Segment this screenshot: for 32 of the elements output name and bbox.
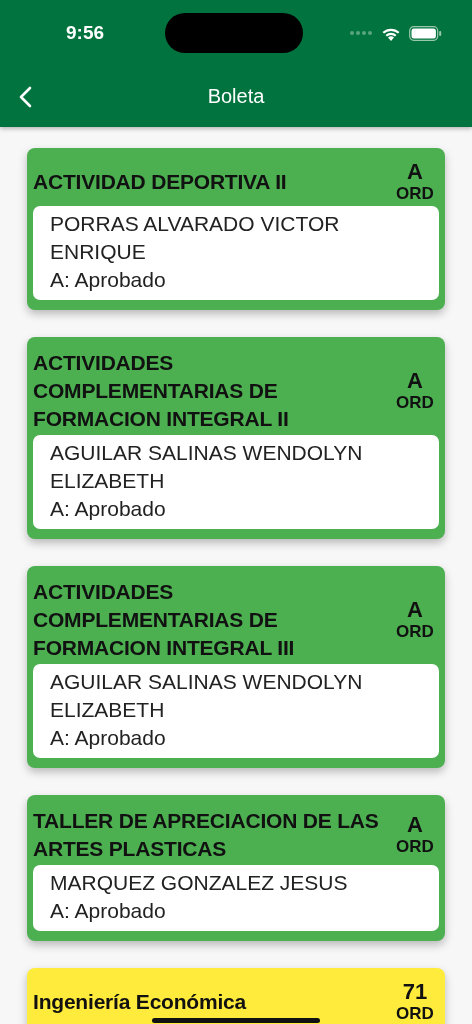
grade: A [407,160,423,184]
course-card[interactable]: ACTIVIDADES COMPLEMENTARIAS DE FORMACION INTEGRAL III A ORD AGUILAR SALINAS WENDOLYN ELIZABETH A: Aprobado [27,566,445,768]
course-card[interactable]: ACTIVIDADES COMPLEMENTARIAS DE FORMACION INTEGRAL II A ORD AGUILAR SALINAS WENDOLYN ELIZABETH A: Aprobado [27,337,445,539]
course-title: Ingeniería Económica [33,989,248,1015]
course-title: ACTIVIDADES COMPLEMENTARIAS DE FORMACION INTEGRAL II [33,350,290,432]
course-card[interactable]: ACTIVIDAD DEPORTIVA II A ORD PORRAS ALVARADO VICTOR ENRIQUE A: Aprobado [27,148,445,310]
teacher-name: AGUILAR SALINAS WENDOLYN ELIZABETH [50,440,364,494]
battery-icon [409,25,442,41]
exam-type: ORD [396,837,434,857]
exam-type: ORD [396,184,434,204]
result-text: A: Aprobado [50,725,167,751]
result-text: A: Aprobado [50,898,167,924]
status-time: 9:56 [66,22,105,44]
result-text: A: Aprobado [50,267,167,293]
course-title: TALLER DE APRECIACION DE LAS ARTES PLASTICAS [33,808,380,862]
grade: 71 [402,980,428,1004]
grade: A [407,369,423,393]
grade: A [407,813,423,837]
result-text: A: Aprobado [50,496,167,522]
screen-title: Boleta [207,85,265,108]
course-title: ACTIVIDADES COMPLEMENTARIAS DE FORMACION INTEGRAL III [33,579,296,661]
exam-type: ORD [396,393,434,413]
teacher-name: AGUILAR SALINAS WENDOLYN ELIZABETH [50,669,364,723]
teacher-name: MARQUEZ GONZALEZ JESUS [50,870,349,896]
course-card[interactable]: TALLER DE APRECIACION DE LAS ARTES PLASTICAS A ORD MARQUEZ GONZALEZ JESUS A: Aprobado [27,795,445,941]
signal-icon [349,30,373,36]
course-title: ACTIVIDAD DEPORTIVA II [33,169,288,195]
exam-type: ORD [396,1004,434,1024]
exam-type: ORD [396,622,434,642]
grade: A [407,598,423,622]
course-card[interactable]: Ingeniería Económica 71 ORD [27,968,445,1024]
teacher-name: PORRAS ALVARADO VICTOR ENRIQUE [50,211,341,265]
